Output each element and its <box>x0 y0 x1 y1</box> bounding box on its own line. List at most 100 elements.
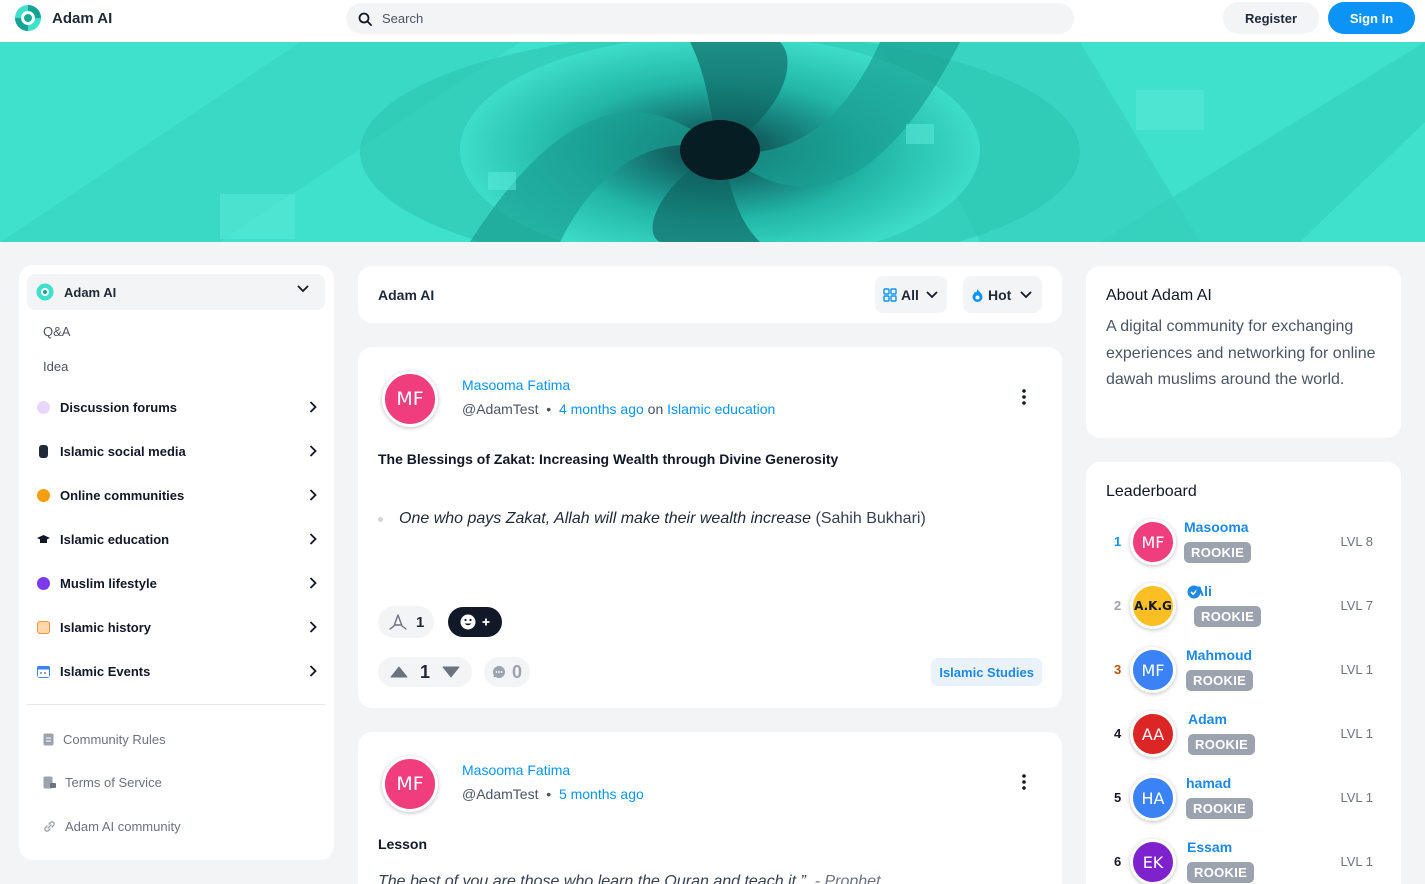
post-quote: One who pays Zakat, Allah will make thei… <box>378 510 926 528</box>
bullet <box>378 516 383 522</box>
document-lock-icon <box>43 776 56 789</box>
leaderboard-name[interactable]: Essam <box>1187 839 1232 855</box>
filter-label: All <box>901 286 919 303</box>
more-options-icon[interactable] <box>1022 774 1026 790</box>
post-author[interactable]: Masooma Fatima <box>462 762 570 778</box>
handshake-icon <box>37 488 50 502</box>
terms-of-service-link[interactable]: Terms of Service <box>43 775 162 790</box>
level-label: LVL 1 <box>1340 854 1373 869</box>
leaderboard-row[interactable]: 5 HA hamad ROOKIE LVL 1 <box>1086 772 1401 826</box>
sidebar-item-online-communities[interactable]: Online communities <box>37 483 317 507</box>
post-author[interactable]: Masooma Fatima <box>462 377 570 393</box>
sidebar-item-islamic-social-media[interactable]: Islamic social media <box>37 439 317 463</box>
post-quote: The best of you are those who learn the … <box>378 873 881 884</box>
leaderboard-card: Leaderboard 1 MF Masooma ROOKIE LVL 8 2 A.K.G A… <box>1086 462 1401 884</box>
about-card: About Adam AI A digital community for ex… <box>1086 266 1401 438</box>
community-banner <box>0 42 1425 242</box>
leaderboard-name[interactable]: hamad <box>1186 775 1231 791</box>
quote-source: - Prophet <box>814 873 881 884</box>
leaderboard-rank: 4 <box>1114 726 1122 741</box>
leaderboard-rank: 3 <box>1114 662 1122 677</box>
level-label: LVL 7 <box>1340 598 1373 613</box>
avatar[interactable]: MF <box>382 371 438 427</box>
sidebar-item-islamic-events[interactable]: Islamic Events <box>37 659 317 683</box>
rank-badge: ROOKIE <box>1186 798 1254 819</box>
about-title: About Adam AI <box>1106 287 1212 304</box>
leaderboard-rank: 6 <box>1114 854 1122 869</box>
fire-icon <box>972 288 983 302</box>
avatar[interactable]: MF <box>382 756 438 812</box>
rank-badge: ROOKIE <box>1184 542 1252 563</box>
comment-icon <box>493 666 505 678</box>
leaderboard-row[interactable]: 6 EK Essam ROOKIE LVL 1 <box>1086 836 1401 884</box>
adam-ai-community-label: Adam AI community <box>65 819 181 834</box>
sidebar-item-label: Online communities <box>60 487 185 503</box>
search-bar[interactable] <box>346 3 1074 34</box>
upvote-icon[interactable] <box>390 666 408 678</box>
author-handle: @AdamTest <box>462 786 539 802</box>
chevron-right-icon <box>309 489 317 501</box>
post-title[interactable]: The Blessings of Zakat: Increasing Wealt… <box>378 451 838 467</box>
calendar-icon <box>37 665 50 678</box>
post-tag[interactable]: Islamic Studies <box>931 658 1042 686</box>
comments-button[interactable]: 0 <box>484 657 531 687</box>
post-title[interactable]: Lesson <box>378 836 427 852</box>
register-button[interactable]: Register <box>1223 2 1319 34</box>
leaderboard-row[interactable]: 3 MF Mahmoud ROOKIE LVL 1 <box>1086 644 1401 698</box>
leaderboard-name[interactable]: Mahmoud <box>1186 647 1252 663</box>
post-category-link[interactable]: Islamic education <box>667 401 775 417</box>
reaction-button[interactable]: 1 <box>378 606 435 638</box>
sidebar-item-discussion-forums[interactable]: Discussion forums <box>37 395 317 419</box>
separator-dot: • <box>546 786 552 802</box>
sidebar-item-label: Islamic Events <box>60 663 151 679</box>
avatar[interactable]: MF <box>1130 647 1176 693</box>
adam-ai-logo-icon <box>15 5 41 31</box>
community-selector[interactable]: Adam AI <box>27 274 325 310</box>
avatar[interactable]: EK <box>1130 839 1176 884</box>
more-options-icon[interactable] <box>1022 389 1026 405</box>
rank-badge: ROOKIE <box>1186 670 1254 691</box>
rank-badge: ROOKIE <box>1194 606 1262 627</box>
community-rules-link[interactable]: Community Rules <box>43 732 166 747</box>
sub-item-idea[interactable]: Idea <box>43 359 68 374</box>
leaderboard-row[interactable]: 1 MF Masooma ROOKIE LVL 8 <box>1086 516 1401 570</box>
grid-icon <box>883 287 897 302</box>
avatar[interactable]: HA <box>1130 775 1176 821</box>
leaderboard-name[interactable]: Adam <box>1188 711 1227 727</box>
sidebar-item-islamic-history[interactable]: Islamic history <box>37 615 317 639</box>
leaderboard-name[interactable]: Ali <box>1194 583 1212 599</box>
vote-control: 1 <box>378 657 473 687</box>
leaderboard-row[interactable]: 4 AA Adam ROOKIE LVL 1 <box>1086 708 1401 762</box>
sidebar-item-islamic-education[interactable]: Islamic education <box>37 527 317 551</box>
adam-ai-community-link[interactable]: Adam AI community <box>43 819 181 834</box>
brand[interactable]: Adam AI <box>14 4 112 32</box>
separator-dot: • <box>546 401 552 417</box>
leaderboard-row[interactable]: 2 A.K.G Ali ROOKIE LVL 7 <box>1086 580 1401 634</box>
sort-dropdown[interactable]: Hot <box>963 276 1042 313</box>
sidebar-item-muslim-lifestyle[interactable]: Muslim lifestyle <box>37 571 317 595</box>
leaderboard-name[interactable]: Masooma <box>1184 519 1249 535</box>
phone-icon <box>39 444 48 458</box>
filter-dropdown[interactable]: All <box>875 276 947 313</box>
sign-in-button[interactable]: Sign In <box>1328 2 1415 34</box>
add-reaction-button[interactable] <box>448 607 502 637</box>
chevron-right-icon <box>309 445 317 457</box>
chevron-down-icon <box>926 290 938 298</box>
avatar[interactable]: AA <box>1130 711 1176 757</box>
post-card[interactable]: MF Masooma Fatima @AdamTest • 4 months a… <box>358 347 1062 708</box>
search-input[interactable] <box>382 11 1032 26</box>
sub-item-qa[interactable]: Q&A <box>43 324 70 339</box>
post-card[interactable]: MF Masooma Fatima @AdamTest • 5 months a… <box>358 732 1062 884</box>
post-time[interactable]: 4 months ago <box>559 401 644 417</box>
quote-source: (Sahih Bukhari) <box>815 510 926 527</box>
avatar[interactable]: MF <box>1130 519 1176 565</box>
post-time[interactable]: 5 months ago <box>559 786 644 802</box>
avatar[interactable]: A.K.G <box>1130 583 1176 629</box>
level-label: LVL 1 <box>1340 790 1373 805</box>
vote-count: 1 <box>420 661 431 682</box>
praying-hands-icon <box>389 614 407 630</box>
speech-bubble-icon <box>37 400 50 414</box>
terms-of-service-label: Terms of Service <box>65 775 162 790</box>
post-meta: @AdamTest • 5 months ago <box>462 786 644 802</box>
downvote-icon[interactable] <box>442 666 460 678</box>
